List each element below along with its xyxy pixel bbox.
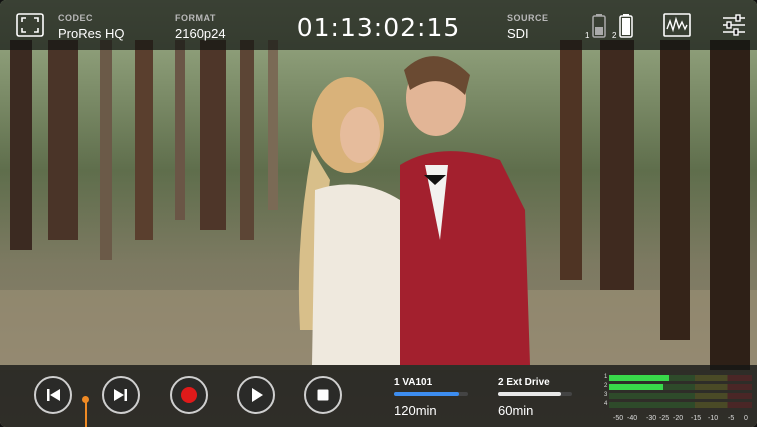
audio-channel-label: 1: [604, 374, 608, 380]
skip-forward-icon: [114, 389, 127, 401]
settings-sliders-icon[interactable]: [721, 13, 747, 37]
slot-1-time: 120min: [394, 403, 437, 418]
stop-button[interactable]: [304, 376, 342, 414]
waveform-icon[interactable]: [663, 13, 691, 37]
record-button[interactable]: [170, 376, 208, 414]
meter-scale-label: -25: [659, 415, 670, 422]
audio-meter-channel: [609, 393, 752, 399]
monitor-screen: CODEC ProRes HQ FORMAT 2160p24 01:13:02:…: [0, 0, 757, 427]
stop-icon: [317, 389, 329, 401]
meter-scale-label: -5: [728, 415, 735, 422]
audio-channel-label: 3: [604, 392, 608, 398]
slot-2-name: 2 Ext Drive: [498, 377, 550, 388]
source-label: SOURCE: [507, 13, 549, 23]
battery-icon: [619, 14, 633, 38]
audio-meter-level: [609, 384, 664, 390]
skip-forward-button[interactable]: [102, 376, 140, 414]
record-icon: [181, 387, 197, 403]
play-button[interactable]: [237, 376, 275, 414]
skip-back-icon: [47, 389, 60, 401]
storage-slot-2[interactable]: 2 Ext Drive 60min: [496, 372, 576, 420]
audio-meter-channel: [609, 375, 752, 381]
meter-scale-label: -15: [691, 415, 702, 422]
battery-status[interactable]: 1 2: [583, 12, 639, 40]
battery-1-number: 1: [585, 31, 590, 40]
meter-scale-label: -10: [708, 415, 719, 422]
meter-scale-label: -30: [646, 415, 657, 422]
meter-scale-label: 0: [744, 415, 748, 422]
audio-channel-label: 4: [604, 401, 608, 407]
battery-2-number: 2: [612, 31, 617, 40]
video-frame: [0, 0, 757, 427]
timecode-display[interactable]: 01:13:02:15: [0, 13, 757, 42]
slot-2-time: 60min: [498, 403, 534, 418]
playhead-line: [85, 402, 87, 427]
audio-meter-channel: [609, 402, 752, 408]
audio-meter-channel: [609, 384, 752, 390]
slot-2-capacity-bar: [498, 392, 572, 396]
play-icon: [252, 388, 263, 402]
skip-back-button[interactable]: [34, 376, 72, 414]
meter-scale-label: -40: [627, 415, 638, 422]
slot-1-capacity-fill: [394, 392, 460, 396]
storage-slot-1[interactable]: 1 VA101 120min: [392, 372, 472, 420]
meter-scale-label: -20: [673, 415, 684, 422]
slot-1-name: 1 VA101: [394, 377, 433, 388]
meter-scale-label: -50: [613, 415, 624, 422]
slot-1-capacity-bar: [394, 392, 468, 396]
audio-meter-level: [609, 375, 670, 381]
slot-2-capacity-fill: [498, 392, 561, 396]
audio-channel-label: 2: [604, 383, 608, 389]
source-value[interactable]: SDI: [507, 26, 529, 41]
battery-icon: [592, 14, 606, 38]
audio-meter-bars: [609, 375, 752, 413]
